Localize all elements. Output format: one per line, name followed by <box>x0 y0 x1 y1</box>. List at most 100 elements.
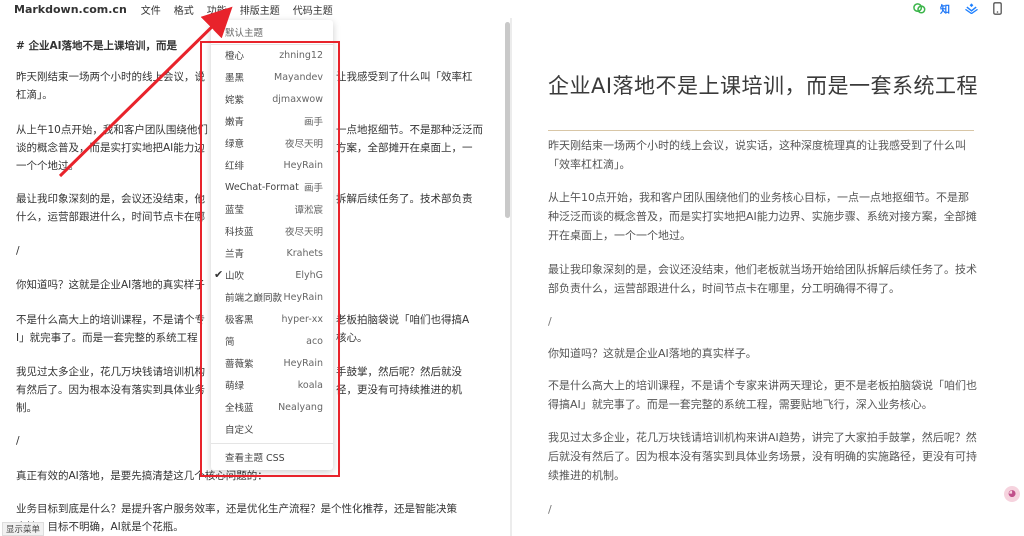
theme-name: 蔷薇紫 <box>225 359 254 370</box>
menu-divider <box>211 443 333 444</box>
theme-name: 橙心 <box>225 51 245 62</box>
theme-item[interactable]: 极客黑 hyper-xx <box>211 308 333 330</box>
theme-author: aco <box>306 335 323 347</box>
theme-item[interactable]: 萌绿 koala <box>211 374 333 396</box>
theme-name: 山吹 <box>225 271 245 282</box>
theme-author: 画手 <box>303 183 323 194</box>
preview-paragraph: 最让我印象深刻的是，会议还没结束，他们老板就当场开始给团队拆解后续任务了。技术部… <box>548 263 977 295</box>
theme-author: 谭淞宸 <box>294 205 323 216</box>
theme-item-custom[interactable]: 自定义 <box>211 418 333 440</box>
editor-text: 一点地抠细节。不是那种泛泛而 <box>336 124 483 136</box>
editor-line[interactable]: 支持？目标不明确，AI就是个花瓶。 <box>16 518 486 536</box>
float-assistant-button[interactable]: ◕ <box>1004 486 1020 502</box>
editor-text: 不是什么高大上的培训课程，不是请个专 <box>16 314 205 326</box>
theme-item[interactable]: 全栈蓝 Nealyang <box>211 396 333 418</box>
preview-paragraph: 从上午10点开始，我和客户团队围绕他们的业务核心目标，一点一点地抠细节。不是那种… <box>548 191 977 242</box>
preview-separator: / <box>548 315 552 328</box>
theme-name: 科技蓝 <box>225 227 254 238</box>
editor-text: 昨天刚结束一场两个小时的线上会议，说 <box>16 71 205 83</box>
editor-text: 拆解后续任务了。技术部负责 <box>336 193 473 205</box>
theme-item[interactable]: 绿意 夜尽天明 <box>211 132 333 154</box>
float-assistant-icon: ◕ <box>1008 489 1016 499</box>
editor-text: 从上午10点开始，我和客户团队围绕他们 <box>16 124 208 136</box>
theme-item[interactable]: 姹紫 djmaxwow <box>211 88 333 110</box>
theme-author: 夜尽天明 <box>284 227 323 238</box>
theme-item[interactable]: 墨黑 Mayandev <box>211 66 333 88</box>
theme-author: ElyhG <box>295 269 323 281</box>
theme-author: 画手 <box>303 117 323 128</box>
theme-name: WeChat-Format <box>225 181 299 193</box>
theme-name: 自定义 <box>225 425 254 436</box>
theme-item[interactable]: WeChat-Format 画手 <box>211 176 333 198</box>
theme-item[interactable]: 兰青 Krahets <box>211 242 333 264</box>
title-underline <box>548 130 974 131</box>
juejin-icon[interactable] <box>964 1 978 15</box>
theme-item[interactable]: 蔷薇紫 HeyRain <box>211 352 333 374</box>
theme-name: 兰青 <box>225 249 245 260</box>
editor-text: 谈的概念普及，而是实打实地把AI能力边 <box>16 142 205 154</box>
menu-file[interactable]: 文件 <box>141 2 161 17</box>
view-theme-css[interactable]: 查看主题 CSS <box>211 446 333 468</box>
theme-name: 前端之巅同款 <box>225 293 283 304</box>
editor-text: 手鼓掌，然后呢？然后就没 <box>336 366 462 378</box>
preview-paragraph: 不是什么高大上的培训课程，不是请个专家来讲两天理论，更不是老板拍脑袋说「咱们也得… <box>548 379 977 411</box>
theme-item-selected[interactable]: ✔ 山吹 ElyhG <box>211 264 333 286</box>
check-icon: ✔ <box>214 268 224 281</box>
editor-text: 有然后了。因为根本没有落实到具体业务 <box>16 384 205 396</box>
theme-name: 极客黑 <box>225 315 254 326</box>
theme-name: 红绯 <box>225 161 245 172</box>
editor-text: 最让我印象深刻的是，会议还没结束，他 <box>16 193 205 205</box>
menu-layout-theme[interactable]: 排版主题 <box>240 2 280 17</box>
top-menu-bar: Markdown.com.cn 文件 格式 功能 排版主题 代码主题 知 <box>0 0 1024 18</box>
preview-title: 企业AI落地不是上课培训，而是一套系统工程 <box>548 74 979 98</box>
preview-paragraph: 你知道吗？这就是企业AI落地的真实样子。 <box>548 347 757 360</box>
theme-author: Mayandev <box>274 71 323 83</box>
theme-item[interactable]: 橙心 zhning12 <box>211 44 333 66</box>
theme-name: 绿意 <box>225 139 245 150</box>
theme-author: zhning12 <box>279 49 323 61</box>
theme-default[interactable]: 默认主题 <box>211 21 333 43</box>
show-menu-button[interactable]: 显示菜单 <box>2 522 45 536</box>
preview-pane: 企业AI落地不是上课培训，而是一套系统工程 昨天刚结束一场两个小时的线上会议，说… <box>512 18 1024 536</box>
wechat-icon[interactable] <box>912 1 926 15</box>
theme-item[interactable]: 前端之巅同款 HeyRain <box>211 286 333 308</box>
theme-name: 简 <box>225 337 235 348</box>
menu-code-theme[interactable]: 代码主题 <box>293 2 333 17</box>
zhihu-icon[interactable]: 知 <box>938 1 952 16</box>
phone-icon[interactable] <box>990 1 1004 15</box>
theme-author: hyper-xx <box>281 313 324 325</box>
editor-text: 我见过太多企业，花几万块钱请培训机构 <box>16 366 205 378</box>
editor-text: 方案，全部摊开在桌面上，一 <box>336 142 473 154</box>
theme-name: 姹紫 <box>225 95 245 106</box>
menu-format[interactable]: 格式 <box>174 2 194 17</box>
theme-author: 夜尽天明 <box>284 139 323 150</box>
preview-paragraph: 昨天刚结束一场两个小时的线上会议，说实话，这种深度梳理真的让我感受到了什么叫「效… <box>548 139 966 171</box>
editor-text: 核心。 <box>336 332 368 344</box>
editor-text: 老板拍脑袋说「咱们也得搞A <box>336 314 470 326</box>
theme-dropdown: 默认主题 橙心 zhning12 墨黑 Mayandev 姹紫 djmaxwow 嫩青… <box>211 20 333 470</box>
theme-author: HeyRain <box>283 159 323 171</box>
view-theme-css-label: 查看主题 CSS <box>225 453 285 464</box>
theme-author: Krahets <box>286 247 324 259</box>
menu-function[interactable]: 功能 <box>207 2 227 17</box>
preview-paragraph: 我见过太多企业，花几万块钱请培训机构来讲AI趋势，讲完了大家拍手鼓掌，然后呢？然… <box>548 431 977 482</box>
theme-name: 默认主题 <box>225 28 264 39</box>
theme-name: 全栈蓝 <box>225 403 254 414</box>
preview-separator: / <box>548 503 552 516</box>
theme-item[interactable]: 嫩青 画手 <box>211 110 333 132</box>
theme-name: 嫩青 <box>225 117 245 128</box>
theme-item[interactable]: 蓝莹 谭淞宸 <box>211 198 333 220</box>
theme-name: 萌绿 <box>225 381 245 392</box>
theme-author: djmaxwow <box>272 93 323 105</box>
brand-logo[interactable]: Markdown.com.cn <box>14 3 127 16</box>
editor-line[interactable]: 业务目标到底是什么？是提升客户服务效率，还是优化生产流程？是个性化推荐，还是智能… <box>16 500 486 518</box>
editor-text: 让我感受到了什么叫「效率杠 <box>336 71 473 83</box>
editor-text: I」就完事了。而是一套完整的系统工程 <box>16 332 198 344</box>
theme-item[interactable]: 科技蓝 夜尽天明 <box>211 220 333 242</box>
theme-author: HeyRain <box>283 291 323 303</box>
top-icon-group: 知 <box>912 1 1004 16</box>
theme-item[interactable]: 简 aco <box>211 330 333 352</box>
theme-name: 墨黑 <box>225 73 245 84</box>
theme-author: koala <box>297 379 323 391</box>
theme-item[interactable]: 红绯 HeyRain <box>211 154 333 176</box>
